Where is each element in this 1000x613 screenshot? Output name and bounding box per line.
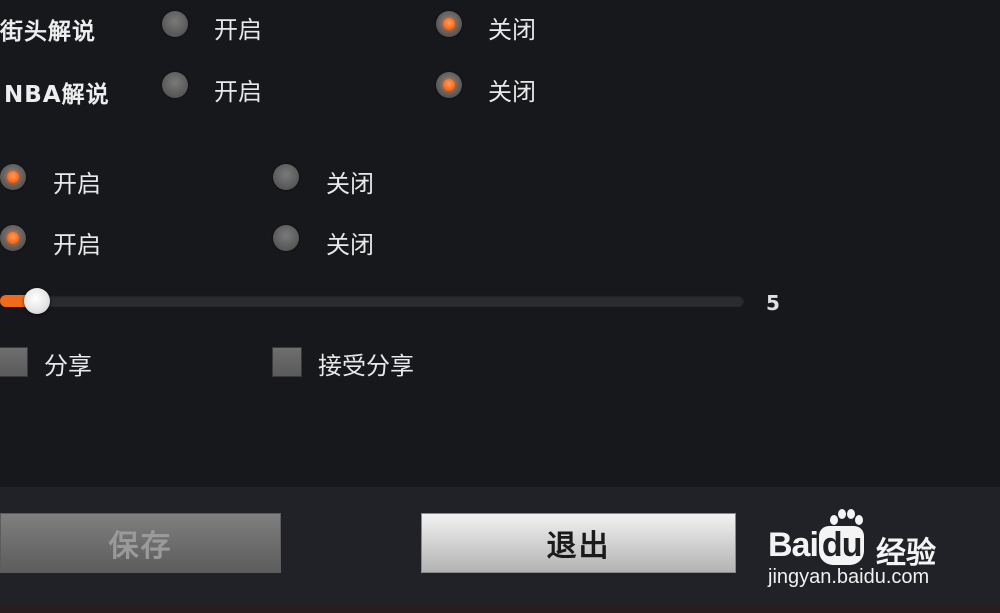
save-button[interactable]: 保存 — [0, 513, 281, 573]
option-3-on-radio[interactable] — [0, 164, 26, 190]
slider-thumb[interactable] — [24, 288, 50, 314]
exit-button[interactable]: 退出 — [421, 513, 736, 573]
option-3-off-radio[interactable] — [273, 164, 299, 190]
street-commentary-off-radio[interactable] — [436, 11, 462, 37]
volume-slider[interactable] — [0, 288, 744, 314]
street-commentary-label: 街头解说 — [0, 19, 96, 45]
watermark-brand: Bai du — [768, 526, 865, 565]
option-3-on-label: 开启 — [53, 170, 101, 198]
paw-icon — [830, 509, 863, 525]
share-label: 分享 — [44, 352, 92, 380]
accept-share-label: 接受分享 — [318, 352, 414, 380]
baidu-jingyan-watermark: Bai du 经验 jingyan.baidu.com — [768, 508, 978, 592]
watermark-url: jingyan.baidu.com — [768, 566, 930, 588]
nba-commentary-off-label: 关闭 — [488, 78, 536, 106]
nba-commentary-on-label: 开启 — [214, 78, 262, 106]
accept-share-checkbox[interactable] — [272, 347, 302, 377]
street-commentary-on-label: 开启 — [214, 16, 262, 44]
share-checkbox[interactable] — [0, 347, 28, 377]
nba-commentary-on-radio[interactable] — [162, 72, 188, 98]
option-4-on-radio[interactable] — [0, 225, 26, 251]
street-commentary-off-label: 关闭 — [488, 16, 536, 44]
street-commentary-on-radio[interactable] — [162, 11, 188, 37]
option-4-off-radio[interactable] — [273, 225, 299, 251]
option-4-off-label: 关闭 — [326, 231, 374, 259]
nba-commentary-label: NBA解说 — [4, 82, 110, 108]
option-4-on-label: 开启 — [53, 231, 101, 259]
slider-value: 5 — [766, 291, 780, 315]
watermark-brand-du: du — [818, 526, 865, 565]
footer-edge — [0, 605, 1000, 613]
nba-commentary-off-radio[interactable] — [436, 72, 462, 98]
settings-panel: 街头解说 开启 关闭 NBA解说 开启 关闭 开启 关闭 开启 关闭 5 分享 … — [0, 0, 1000, 487]
watermark-brand-prefix: Bai — [768, 526, 819, 564]
option-3-off-label: 关闭 — [326, 170, 374, 198]
